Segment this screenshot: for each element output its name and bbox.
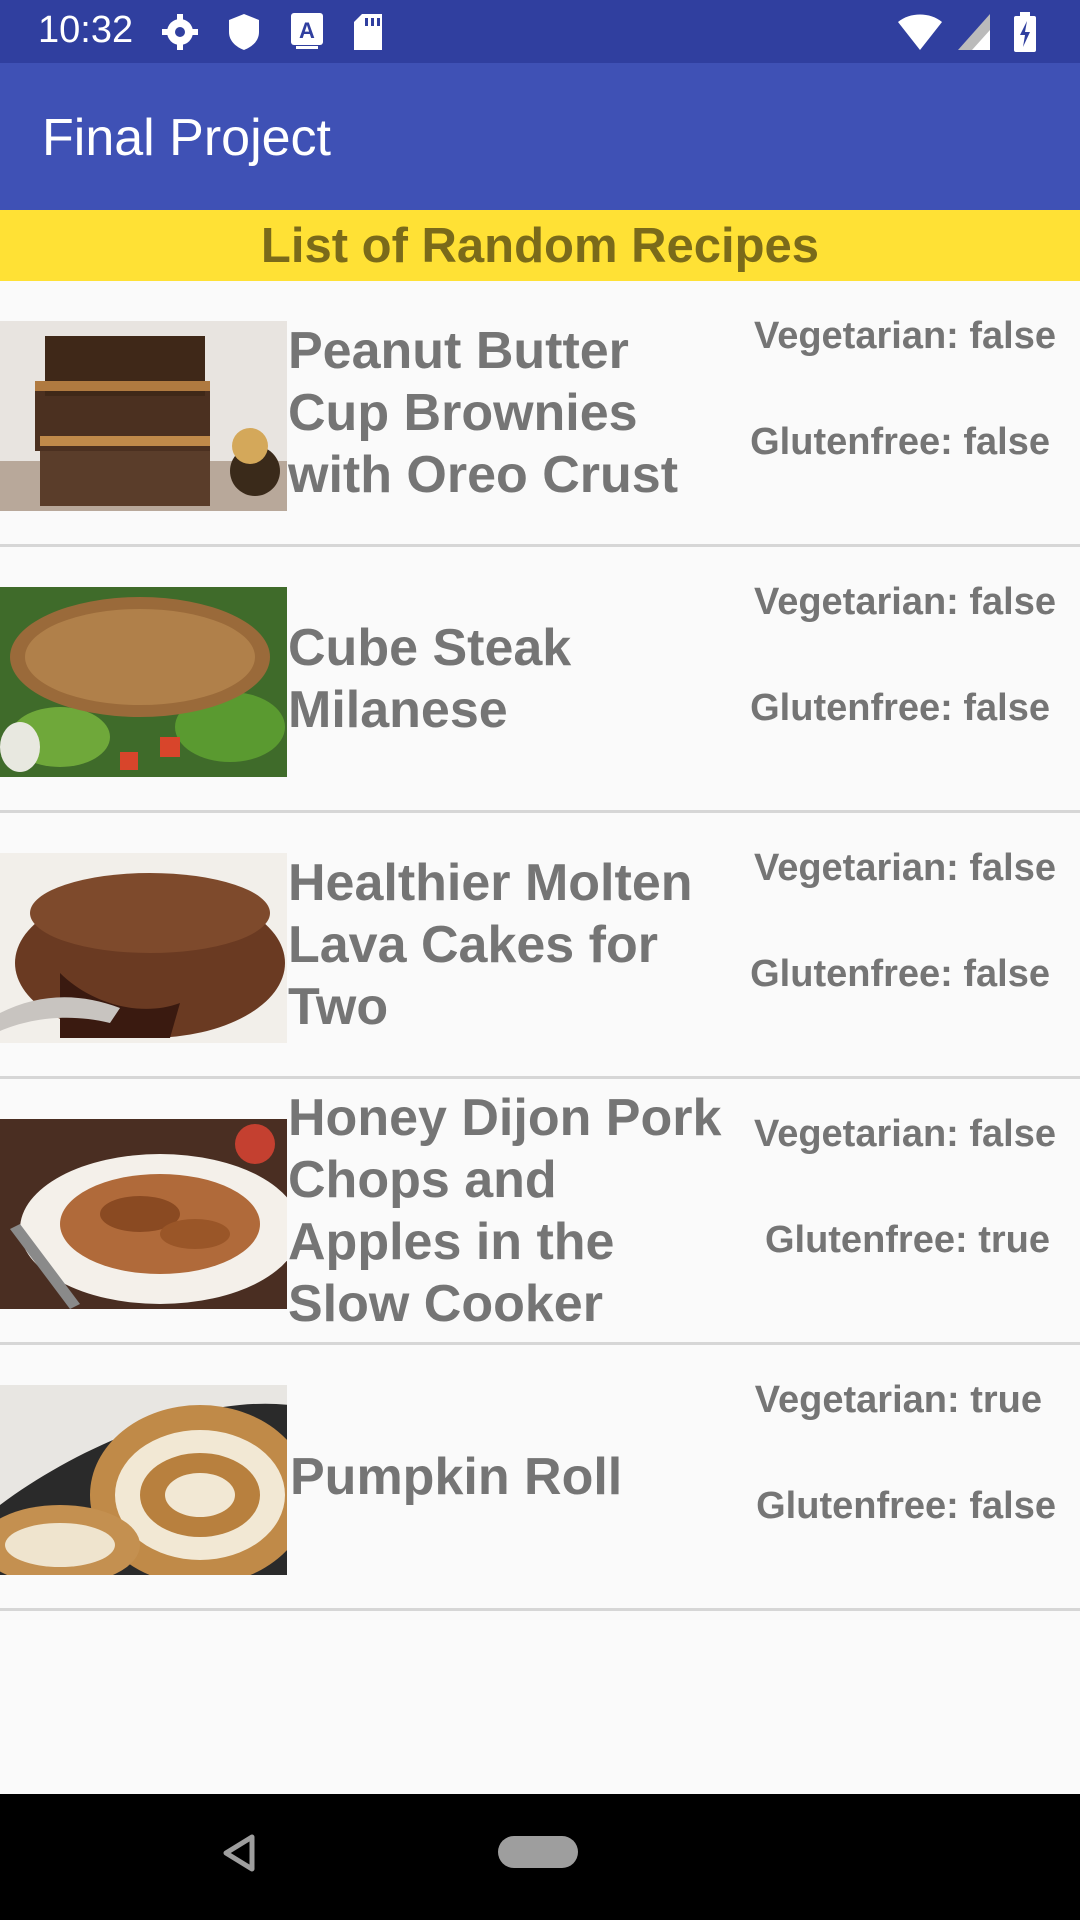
vegetarian-label: Vegetarian: false [753, 315, 1056, 357]
gear-icon [160, 12, 200, 57]
pumpkin-roll-photo [0, 1385, 287, 1575]
app-title: Final Project [42, 109, 331, 167]
lava-cake-photo [0, 853, 287, 1043]
battery-charging-icon [1012, 12, 1038, 59]
sd-card-icon [352, 12, 384, 57]
cube-steak-photo [0, 587, 287, 777]
font-a-icon: A [290, 12, 324, 55]
vegetarian-label: Vegetarian: false [753, 581, 1056, 623]
vegetarian-label: Vegetarian: true [754, 1379, 1042, 1421]
recipe-name: Healthier Molten Lava Cakes for Two [288, 853, 693, 1036]
signal-icon [956, 12, 992, 57]
shield-icon [226, 12, 262, 57]
vegetarian-label: Vegetarian: false [753, 1113, 1056, 1155]
recipe-name: Peanut Butter Cup Brownies with Oreo Cru… [288, 321, 679, 504]
glutenfree-label: Glutenfree: false [750, 687, 1050, 729]
system-nav-bar [0, 1794, 1080, 1920]
brownies-photo [0, 321, 287, 511]
status-time: 10:32 [38, 9, 134, 51]
list-header-banner: List of Random Recipes [0, 210, 1080, 281]
pork-chops-photo [0, 1119, 287, 1309]
app-bar: Final Project [0, 63, 1080, 210]
status-bar: 10:32 A [0, 0, 1080, 63]
glutenfree-label: Glutenfree: false [750, 421, 1050, 463]
recipe-row[interactable]: Pumpkin Roll Vegetarian: true Glutenfree… [0, 1345, 1080, 1611]
wifi-icon [896, 12, 944, 57]
recipe-row[interactable]: Honey Dijon Pork Chops and Apples in the… [0, 1079, 1080, 1345]
home-pill-icon[interactable] [498, 1836, 578, 1868]
recipe-name: Cube Steak Milanese [288, 618, 572, 739]
vegetarian-label: Vegetarian: false [753, 847, 1056, 889]
glutenfree-label: Glutenfree: false [756, 1485, 1056, 1527]
back-icon[interactable] [222, 1834, 256, 1877]
recipe-name: Pumpkin Roll [290, 1447, 623, 1506]
svg-text:A: A [299, 18, 315, 43]
glutenfree-label: Glutenfree: true [764, 1219, 1050, 1261]
recipe-row[interactable]: Cube Steak Milanese Vegetarian: false Gl… [0, 547, 1080, 813]
recipe-row[interactable]: Peanut Butter Cup Brownies with Oreo Cru… [0, 281, 1080, 547]
glutenfree-label: Glutenfree: false [750, 953, 1050, 995]
banner-title: List of Random Recipes [260, 218, 820, 273]
recipe-list: Peanut Butter Cup Brownies with Oreo Cru… [0, 281, 1080, 1611]
recipe-name: Honey Dijon Pork Chops and Apples in the… [288, 1088, 722, 1333]
recipe-row[interactable]: Healthier Molten Lava Cakes for Two Vege… [0, 813, 1080, 1079]
